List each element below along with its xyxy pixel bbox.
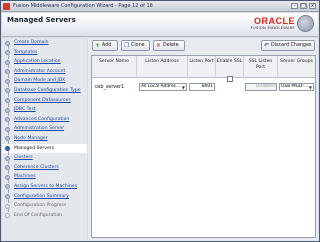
server-name-cell[interactable]: osb_server1: [95, 83, 135, 92]
col-header-listen-address[interactable]: Listen Address: [137, 56, 188, 78]
enable-ssl-checkbox[interactable]: [227, 76, 233, 82]
managed-servers-table: Server Name Listen Address Listen Port E…: [91, 55, 316, 238]
step-pending-icon: [5, 213, 10, 219]
sidebar-item-domain-mode-jdk[interactable]: Domain Mode and JDK: [2, 76, 87, 88]
discard-changes-button[interactable]: ↶ Discard Changes: [261, 40, 315, 51]
add-button[interactable]: + Add: [92, 40, 118, 51]
page-title: Managed Servers: [7, 16, 76, 24]
sidebar-item-machines[interactable]: Machines: [2, 172, 87, 184]
sidebar-item-administrator-account[interactable]: Administrator Account: [2, 67, 87, 78]
col-header-ssl-listen-port[interactable]: SSL Listen Port: [244, 56, 278, 78]
clone-icon: ❐: [124, 42, 130, 49]
wizard-steps-sidebar: Create Domain Templates Application Loca…: [2, 38, 87, 241]
delete-button[interactable]: ✕ Delete: [153, 40, 185, 51]
server-groups-select[interactable]: OSB-MGD-... ▼: [279, 83, 314, 91]
close-button[interactable]: x: [309, 3, 316, 9]
sidebar-item-create-domain[interactable]: Create Domain: [2, 38, 87, 49]
delete-x-icon: ✕: [156, 42, 162, 49]
main-panel: + Add ❐ Clone ✕ Delete ↶ Discard Changes…: [88, 38, 318, 241]
listen-address-select[interactable]: All Local Addres... ▼: [139, 83, 187, 91]
oracle-wordmark: ORACLE: [254, 16, 295, 26]
window-title: Fusion Middleware Configuration Wizard -…: [13, 3, 153, 9]
sidebar-item-node-manager[interactable]: Node Manager: [2, 134, 87, 145]
col-header-server-name[interactable]: Server Name: [92, 56, 137, 78]
sidebar-item-configuration-progress: Configuration Progress: [2, 201, 87, 213]
undo-icon: ↶: [264, 42, 270, 49]
sidebar-item-managed-servers[interactable]: Managed Servers: [2, 143, 87, 155]
wizard-window: Fusion Middleware Configuration Wizard -…: [0, 0, 320, 242]
ssl-listen-port-field: Disabled: [245, 83, 277, 91]
listen-port-field[interactable]: 8001: [189, 83, 215, 91]
clone-button[interactable]: ❐ Clone: [121, 40, 150, 51]
table-header-row: Server Name Listen Address Listen Port E…: [92, 56, 315, 78]
server-toolbar: + Add ❐ Clone ✕ Delete ↶ Discard Changes: [90, 40, 318, 52]
sidebar-item-end-of-configuration: End Of Configuration: [2, 211, 87, 221]
sidebar-item-advanced-configuration[interactable]: Advanced Configuration: [2, 115, 87, 126]
sidebar-item-administration-server[interactable]: Administration Server: [2, 124, 87, 136]
sidebar-item-clusters[interactable]: Clusters: [2, 153, 87, 165]
sidebar-item-assign-servers-to-machines[interactable]: Assign Servers to Machines: [2, 182, 87, 193]
col-header-server-groups[interactable]: Server Groups: [278, 56, 315, 78]
col-header-enable-ssl[interactable]: Enable SSL: [216, 56, 244, 78]
app-icon: [3, 3, 10, 10]
sidebar-item-jdbc-test[interactable]: JDBC Test: [2, 105, 87, 117]
sidebar-item-component-datasources[interactable]: Component Datasources: [2, 96, 87, 107]
plus-icon: +: [95, 42, 101, 49]
maximize-button[interactable]: □: [300, 3, 307, 9]
sidebar-item-templates[interactable]: Templates: [2, 48, 87, 59]
col-header-listen-port[interactable]: Listen Port: [188, 56, 216, 78]
page-header: Managed Servers ORACLE FUSION MIDDLEWARE: [2, 13, 318, 37]
title-bar: Fusion Middleware Configuration Wizard -…: [1, 1, 319, 12]
chevron-down-icon: ▼: [181, 85, 185, 90]
fusion-gear-icon: [297, 15, 314, 32]
chevron-down-icon: ▼: [308, 85, 312, 90]
minimize-button[interactable]: –: [291, 3, 298, 9]
sidebar-item-coherence-clusters[interactable]: Coherence Clusters: [2, 163, 87, 174]
oracle-logo: ORACLE FUSION MIDDLEWARE: [215, 16, 295, 34]
sidebar-item-database-configuration-type[interactable]: Database Configuration Type: [2, 86, 87, 97]
sidebar-item-configuration-summary[interactable]: Configuration Summary: [2, 192, 87, 203]
table-row[interactable]: osb_server1 All Local Addres... ▼ 8001 D…: [92, 76, 315, 92]
sidebar-item-application-location[interactable]: Application Location: [2, 57, 87, 69]
fusion-middleware-text: FUSION MIDDLEWARE: [250, 26, 295, 30]
